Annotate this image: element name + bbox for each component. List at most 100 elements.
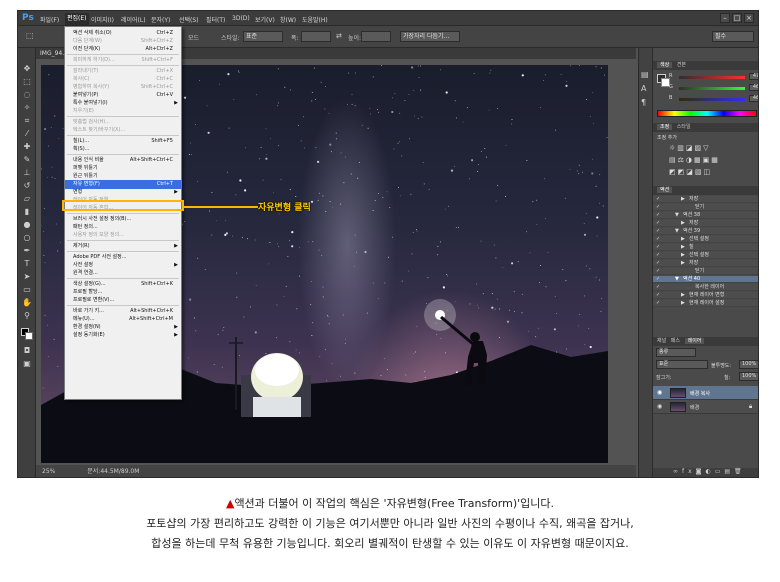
width-input[interactable] (301, 31, 331, 42)
menu-window[interactable]: 창(W) (280, 15, 296, 24)
action-row[interactable]: ✓ ▶ 저장 (653, 260, 758, 267)
action-row[interactable]: ✓ ▶ 저장 (653, 196, 758, 203)
expand-arrow-icon[interactable]: ▶ (681, 236, 685, 243)
zoom-level[interactable]: 25% (42, 468, 55, 475)
menu-item[interactable]: 이전 단계(K) Alt+Ctrl+Z (65, 45, 181, 54)
expand-arrow-icon[interactable]: ▶ (681, 260, 685, 267)
quick-mask-icon[interactable]: ◘ (21, 346, 33, 356)
expand-arrow-icon[interactable]: ▶ (681, 244, 685, 251)
action-row[interactable]: ✓ ▼ 액션 40 (653, 276, 758, 283)
checkmark-icon[interactable]: ✓ (656, 212, 660, 219)
color-spectrum-bar[interactable] (657, 110, 757, 117)
history-panel-icon[interactable]: ▤ (641, 70, 649, 79)
menu-help[interactable]: 도움말(H) (302, 15, 328, 24)
hand-tool-icon[interactable]: ✋ (21, 298, 33, 308)
expand-arrow-icon[interactable]: ▶ (681, 300, 685, 307)
action-row[interactable]: ✓ 닫기 (653, 204, 758, 211)
menu-item[interactable]: 희미하게 하기(D)... Shift+Ctrl+F (65, 56, 181, 65)
blue-track[interactable] (679, 98, 745, 101)
green-slider[interactable]: G 46 (669, 84, 758, 92)
checkmark-icon[interactable]: ✓ (656, 204, 660, 211)
blur-tool-icon[interactable]: ● (21, 220, 33, 230)
action-row[interactable]: ✓ ▼ 액션 39 (653, 228, 758, 235)
dodge-tool-icon[interactable]: ○ (21, 233, 33, 243)
expand-arrow-icon[interactable]: ▼ (675, 228, 679, 235)
style-select[interactable]: 표준 (243, 31, 283, 42)
menu-item[interactable]: 텍스트 찾기/바꾸기(X)... (65, 126, 181, 135)
maximize-button[interactable]: □ (732, 13, 742, 23)
tab-swatches[interactable]: 견본 (677, 62, 686, 68)
checkmark-icon[interactable]: ✓ (656, 196, 660, 203)
action-row[interactable]: ✓ ▶ 칠 (653, 244, 758, 251)
action-row[interactable]: ✓ ▼ 액션 38 (653, 212, 758, 219)
character-panel-icon[interactable]: A (641, 84, 646, 93)
tab-adjustments[interactable]: 조정 (657, 124, 673, 130)
checkmark-icon[interactable]: ✓ (656, 252, 660, 259)
expand-arrow-icon[interactable]: ▶ (681, 220, 685, 227)
swap-icon[interactable]: ⇄ (336, 32, 342, 40)
eye-icon[interactable]: ◉ (657, 403, 662, 410)
checkmark-icon[interactable]: ✓ (656, 236, 660, 243)
close-button[interactable]: × (744, 13, 754, 23)
red-track[interactable] (679, 76, 745, 79)
menu-item[interactable]: 제거(R) ▶ (65, 242, 181, 251)
pen-tool-icon[interactable]: ✒ (21, 246, 33, 256)
blue-slider[interactable]: B 46 (669, 95, 758, 103)
action-row[interactable]: ✓ ▶ 현재 레이어 설정 (653, 300, 758, 307)
green-value[interactable]: 46 (749, 84, 758, 91)
action-row[interactable]: ✓ 복사한 레이어 (653, 284, 758, 291)
action-row[interactable]: ✓ ▶ 저장 (653, 220, 758, 227)
crop-tool-icon[interactable]: ⌗ (21, 116, 33, 126)
opacity-input[interactable]: 100% (739, 360, 758, 369)
menu-edit[interactable]: 편집(E) (65, 13, 89, 25)
layer-kind-filter[interactable]: 종류 (656, 348, 696, 357)
tab-paths[interactable]: 패스 (671, 338, 680, 344)
height-input[interactable] (361, 31, 391, 42)
background-color-swatch[interactable] (25, 332, 33, 340)
gradient-tool-icon[interactable]: ▮ (21, 207, 33, 217)
menu-select[interactable]: 선택(S) (179, 15, 199, 24)
stamp-tool-icon[interactable]: ⊥ (21, 168, 33, 178)
menu-item[interactable]: 지우기(E) (65, 107, 181, 116)
menu-file[interactable]: 파일(F) (40, 15, 59, 24)
red-slider[interactable]: R 47 (669, 73, 758, 81)
expand-arrow-icon[interactable]: ▼ (675, 212, 679, 219)
brush-tool-icon[interactable]: ✎ (21, 155, 33, 165)
history-brush-icon[interactable]: ↺ (21, 181, 33, 191)
fill-input[interactable]: 100% (739, 372, 758, 381)
checkmark-icon[interactable]: ✓ (656, 228, 660, 235)
action-row[interactable]: ✓ ▶ 현재 레이어 변형 (653, 292, 758, 299)
layer-row[interactable]: ◉ 배경 복사 (653, 386, 758, 400)
checkmark-icon[interactable]: ✓ (656, 260, 660, 267)
menu-item[interactable]: 설정 동기화(E) ▶ (65, 331, 181, 340)
adjust-icons-row-3[interactable]: ◩◩◪▧◫ (669, 168, 712, 176)
minimize-button[interactable]: – (720, 13, 730, 23)
tab-layers[interactable]: 레이어 (684, 338, 705, 344)
adjust-icons-row-1[interactable]: ☼▥◪▨▽ (669, 144, 711, 152)
checkmark-icon[interactable]: ✓ (656, 268, 660, 275)
eye-icon[interactable]: ◉ (657, 389, 662, 396)
adjust-icons-row-2[interactable]: ▤⚖◑▦▣▦ (669, 156, 720, 164)
action-row[interactable]: ✓ ▶ 선택 설정 (653, 252, 758, 259)
checkmark-icon[interactable]: ✓ (656, 276, 660, 283)
expand-arrow-icon[interactable]: ▶ (681, 252, 685, 259)
menu-filter[interactable]: 필터(T) (206, 15, 225, 24)
action-row[interactable]: ✓ 닫기 (653, 268, 758, 275)
expand-arrow-icon[interactable]: ▼ (675, 276, 679, 283)
eraser-tool-icon[interactable]: ▱ (21, 194, 33, 204)
expand-arrow-icon[interactable]: ▶ (681, 292, 685, 299)
action-row[interactable]: ✓ ▶ 선택 설정 (653, 236, 758, 243)
refine-edge-button[interactable]: 가장자리 다듬기... (400, 31, 460, 42)
red-value[interactable]: 47 (749, 73, 758, 80)
paragraph-panel-icon[interactable]: ¶ (641, 98, 646, 107)
move-tool-icon[interactable]: ✥ (21, 64, 33, 74)
menu-view[interactable]: 보기(V) (255, 15, 275, 24)
eyedropper-icon[interactable]: ⁄ (21, 129, 33, 139)
checkmark-icon[interactable]: ✓ (656, 220, 660, 227)
menu-item[interactable]: 획(S)... (65, 145, 181, 154)
menu-item[interactable]: 사용자 정의 모양 정의... (65, 231, 181, 240)
menu-image[interactable]: 이미지(I) (91, 15, 114, 24)
checkmark-icon[interactable]: ✓ (656, 284, 660, 291)
tab-styles[interactable]: 스타일 (677, 124, 691, 130)
tab-channels[interactable]: 채널 (657, 338, 666, 344)
